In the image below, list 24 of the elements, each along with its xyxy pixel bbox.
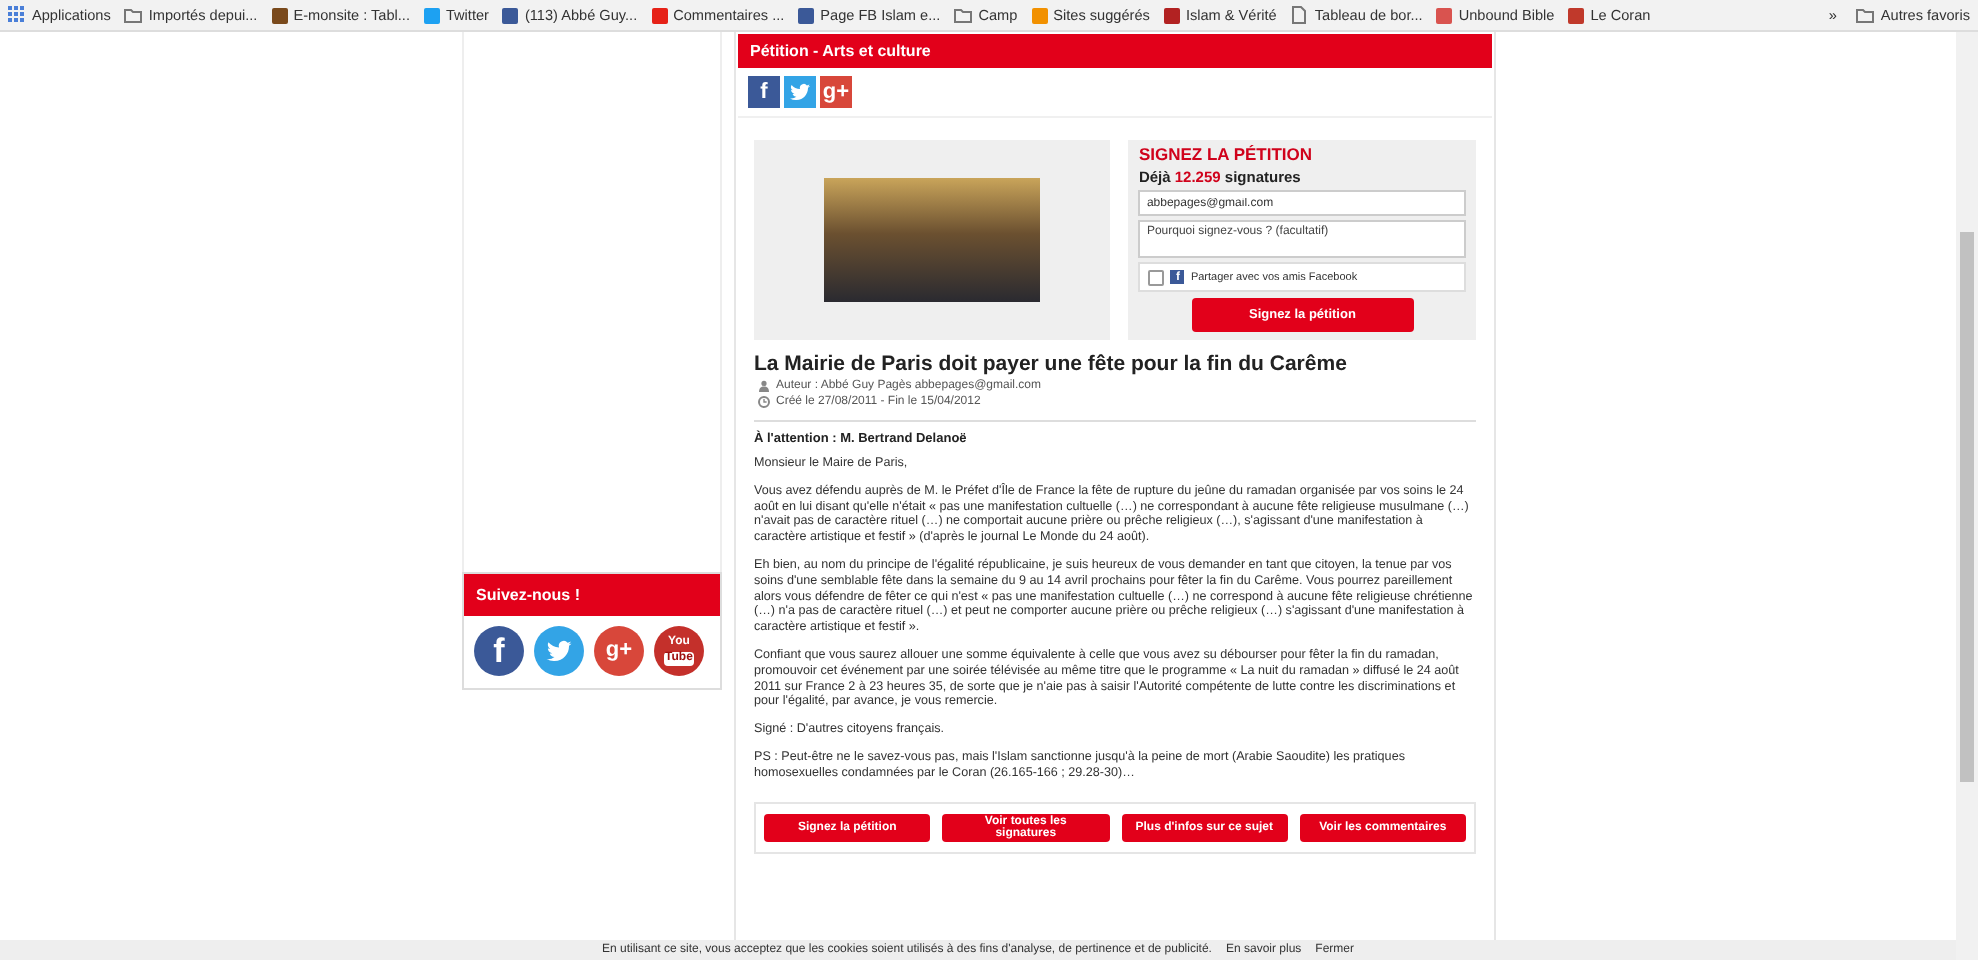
f-letter: f — [760, 80, 768, 104]
facebook-follow-button[interactable]: f — [474, 626, 524, 676]
scrollbar[interactable] — [1956, 32, 1978, 960]
f-letter: f — [493, 634, 505, 668]
bird-icon — [788, 80, 812, 104]
apps-grid-icon — [8, 6, 26, 24]
g-plus-letters: g+ — [605, 640, 633, 662]
person-icon — [758, 380, 770, 392]
twitter-share-button[interactable] — [784, 76, 816, 108]
category-header: Pétition - Arts et culture — [738, 34, 1492, 68]
follow-title: Suivez-nous ! — [464, 574, 720, 616]
page-icon — [1290, 6, 1309, 24]
scrollbar-thumb[interactable] — [1960, 232, 1974, 782]
folder-icon — [124, 6, 143, 24]
share-checkbox[interactable] — [1148, 269, 1165, 285]
bird-icon — [544, 636, 574, 666]
petition-title: La Mairie de Paris doit payer une fête pour la fin du Carême — [754, 352, 1349, 376]
folder-icon — [1856, 6, 1875, 24]
clock-icon — [758, 396, 770, 408]
facebook-share-button[interactable]: f — [748, 76, 780, 108]
google-follow-button[interactable]: g+ — [594, 626, 644, 676]
sign-title: SIGNEZ LA PÉTITION — [1138, 144, 1315, 164]
folder-icon — [954, 6, 973, 24]
twitter-follow-button[interactable] — [534, 626, 584, 676]
